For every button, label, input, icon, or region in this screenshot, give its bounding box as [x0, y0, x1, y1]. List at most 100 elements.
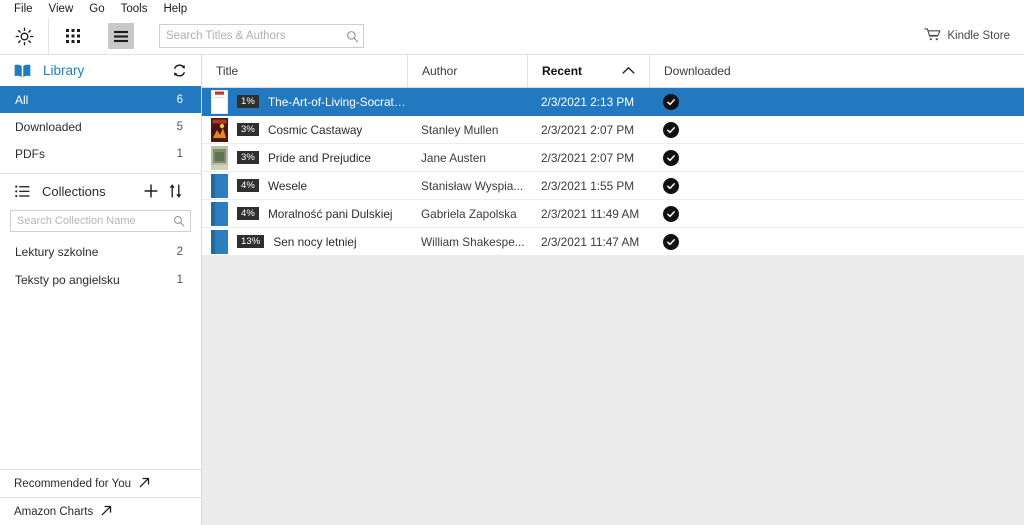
sidebar-item-count: 5 — [176, 120, 183, 133]
search-icon — [341, 30, 363, 43]
toolbar: Kindle Store — [0, 18, 1024, 55]
menu-item-go[interactable]: Go — [81, 0, 112, 18]
progress-badge: 3% — [237, 123, 259, 136]
cell-recent: 2/3/2021 2:13 PM — [541, 94, 635, 109]
table-header: Title Author Recent Downloaded — [202, 55, 1024, 88]
book-cover-thumbnail — [211, 145, 228, 170]
kindle-store-button[interactable]: Kindle Store — [924, 18, 1010, 54]
sidebar-item-all[interactable]: All 6 — [0, 86, 201, 113]
cell-downloaded — [649, 233, 1024, 250]
column-label: Recent — [542, 64, 583, 78]
progress-badge: 1% — [237, 95, 259, 108]
cell-author: Gabriela Zapolska — [421, 206, 517, 221]
cell-title: 3% Cosmic Castaway — [202, 117, 407, 142]
sidebar: Library All 6 Downloaded 5 PDFs 1 Collec… — [0, 55, 202, 525]
table-row[interactable]: 3% Cosmic Castaway Stanley Mullen 2/3/20… — [202, 116, 1024, 144]
list-view-icon — [108, 23, 134, 49]
cell-author: Stanisław Wyspia... — [421, 178, 524, 193]
book-cover-thumbnail — [211, 89, 228, 114]
cell-title: 1% The-Art-of-Living-Socratic-Ref... — [202, 89, 407, 114]
cell-recent: 2/3/2021 11:49 AM — [541, 206, 640, 221]
menu-item-tools[interactable]: Tools — [113, 0, 156, 18]
cell-downloaded — [649, 205, 1024, 222]
sun-icon — [11, 23, 37, 49]
downloaded-check-icon — [663, 233, 679, 250]
sidebar-item-downloaded[interactable]: Downloaded 5 — [0, 113, 201, 140]
book-rows: 1% The-Art-of-Living-Socratic-Ref... 2/3… — [202, 88, 1024, 256]
menu-item-help[interactable]: Help — [155, 0, 195, 18]
book-cover-thumbnail — [211, 229, 228, 254]
brightness-button[interactable] — [0, 18, 48, 54]
progress-badge: 4% — [237, 179, 259, 192]
grid-view-icon — [60, 23, 86, 49]
book-title: Pride and Prejudice — [267, 150, 371, 165]
downloaded-check-icon — [663, 121, 679, 138]
sync-icon[interactable] — [172, 63, 187, 78]
table-row[interactable]: 1% The-Art-of-Living-Socratic-Ref... 2/3… — [202, 88, 1024, 116]
sidebar-footer: Recommended for You Amazon Charts — [0, 469, 201, 525]
cell-title: 4% Wesele — [202, 173, 407, 198]
table-row[interactable]: 4% Wesele Stanisław Wyspia... 2/3/2021 1… — [202, 172, 1024, 200]
grid-view-button[interactable] — [49, 18, 97, 54]
menu-bar: File View Go Tools Help — [0, 0, 1024, 18]
cell-recent: 2/3/2021 2:07 PM — [541, 122, 635, 137]
add-collection-button[interactable] — [139, 179, 163, 203]
cell-recent: 2/3/2021 11:47 AM — [541, 234, 640, 249]
library-nav-list: All 6 Downloaded 5 PDFs 1 — [0, 86, 201, 167]
progress-badge: 13% — [237, 235, 265, 248]
list-icon — [15, 185, 30, 198]
kindle-store-label: Kindle Store — [947, 30, 1010, 42]
search-input[interactable] — [160, 25, 341, 47]
progress-badge: 3% — [237, 151, 259, 164]
toolbar-left-group — [0, 18, 145, 54]
external-link-icon — [101, 505, 112, 519]
table-row[interactable]: 13% Sen nocy letniej William Shakespe...… — [202, 228, 1024, 256]
list-view-button[interactable] — [97, 18, 145, 54]
downloaded-check-icon — [663, 93, 679, 110]
collection-count: 1 — [176, 274, 183, 286]
collection-search-box[interactable] — [10, 210, 191, 232]
footer-link-label: Amazon Charts — [14, 505, 94, 518]
sort-collections-button[interactable] — [163, 179, 187, 203]
downloaded-check-icon — [663, 149, 679, 166]
downloaded-check-icon — [663, 177, 679, 194]
column-header-author[interactable]: Author — [407, 55, 527, 87]
library-header: Library — [0, 55, 201, 86]
chevron-up-icon — [622, 64, 635, 78]
book-title: Moralność pani Dulskiej — [267, 206, 393, 221]
collection-search-input[interactable] — [11, 211, 168, 231]
sidebar-item-pdfs[interactable]: PDFs 1 — [0, 140, 201, 167]
amazon-charts-link[interactable]: Amazon Charts — [0, 497, 201, 525]
menu-item-file[interactable]: File — [6, 0, 41, 18]
menu-item-view[interactable]: View — [41, 0, 82, 18]
collection-item-lektury-szkolne[interactable]: Lektury szkolne 2 — [0, 238, 201, 266]
collections-title: Collections — [42, 183, 106, 199]
kindle-app-window: File View Go Tools Help Search Titles & … — [0, 0, 1024, 525]
cell-title: 13% Sen nocy letniej — [202, 229, 407, 254]
column-header-title[interactable]: Title — [202, 55, 407, 87]
search-box[interactable] — [159, 24, 364, 48]
table-row[interactable]: 4% Moralność pani Dulskiej Gabriela Zapo… — [202, 200, 1024, 228]
collection-label: Teksty po angielsku — [15, 273, 120, 287]
cell-author: Stanley Mullen — [421, 122, 499, 137]
cell-downloaded — [649, 121, 1024, 138]
cell-title: 4% Moralność pani Dulskiej — [202, 201, 407, 226]
column-header-recent[interactable]: Recent — [527, 55, 649, 87]
book-list-panel: Title Author Recent Downloaded 1% The-Ar… — [202, 55, 1024, 525]
column-header-downloaded[interactable]: Downloaded — [649, 55, 1024, 87]
cell-title: 3% Pride and Prejudice — [202, 145, 407, 170]
app-body: Library All 6 Downloaded 5 PDFs 1 Collec… — [0, 55, 1024, 525]
table-row[interactable]: 3% Pride and Prejudice Jane Austen 2/3/2… — [202, 144, 1024, 172]
collections-list: Lektury szkolne 2 Teksty po angielsku 1 — [0, 238, 201, 469]
recommended-for-you-link[interactable]: Recommended for You — [0, 469, 201, 497]
progress-badge: 4% — [237, 207, 259, 220]
sidebar-item-label: Downloaded — [15, 119, 82, 134]
cell-recent: 2/3/2021 1:55 PM — [541, 178, 635, 193]
cell-author: Jane Austen — [421, 150, 486, 165]
book-title: Sen nocy letniej — [273, 234, 357, 249]
sidebar-item-count: 6 — [176, 93, 183, 106]
cell-downloaded — [649, 149, 1024, 166]
collection-item-teksty-po-angielsku[interactable]: Teksty po angielsku 1 — [0, 266, 201, 294]
search-icon — [168, 215, 190, 227]
column-label: Title — [216, 64, 239, 78]
